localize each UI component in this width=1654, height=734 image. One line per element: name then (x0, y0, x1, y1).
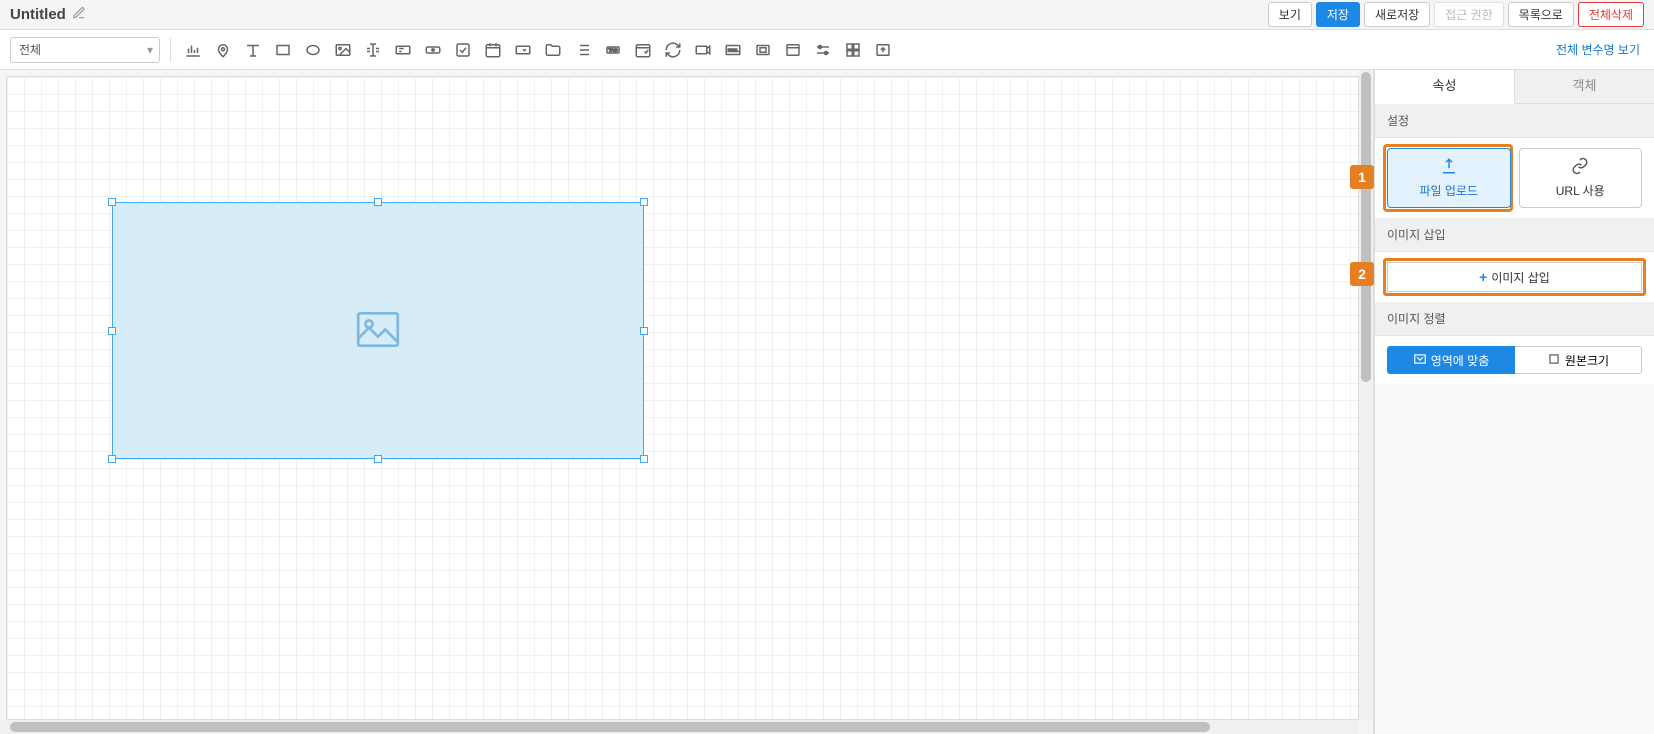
image-placeholder-icon (355, 311, 401, 350)
align-fit-button[interactable]: 영역에 맞춤 (1387, 346, 1515, 374)
folder-icon[interactable] (541, 38, 565, 62)
chart-bar-icon[interactable] (181, 38, 205, 62)
tab-properties[interactable]: 속성 (1375, 70, 1515, 104)
insert-wrap: 2 + 이미지 삽입 (1387, 262, 1642, 292)
plus-icon: + (1479, 269, 1487, 285)
callout-2: 2 (1350, 262, 1374, 286)
resize-handle-mr[interactable] (640, 327, 648, 335)
pencil-icon[interactable] (72, 6, 86, 23)
window-icon[interactable] (781, 38, 805, 62)
checkbox-icon[interactable] (451, 38, 475, 62)
tab-object[interactable]: 객체 (1515, 70, 1654, 103)
align-row: 영역에 맞춤 원본크기 (1387, 346, 1642, 374)
category-select-value: 전체 (19, 41, 41, 58)
text-icon[interactable] (241, 38, 265, 62)
save-button[interactable]: 저장 (1316, 2, 1360, 27)
to-list-button[interactable]: 목록으로 (1508, 2, 1574, 27)
category-select[interactable]: 전체 ▾ (10, 37, 160, 63)
svg-text:TAG: TAG (609, 47, 618, 52)
panel-tabs: 속성 객체 (1375, 70, 1654, 104)
access-button: 접근 권한 (1434, 2, 1504, 27)
insert-image-label: 이미지 삽입 (1491, 269, 1550, 286)
section-insert-body: 2 + 이미지 삽입 (1375, 252, 1654, 302)
align-original-button[interactable]: 원본크기 (1515, 346, 1642, 374)
list-icon[interactable] (571, 38, 595, 62)
section-align-header: 이미지 정렬 (1375, 302, 1654, 336)
header: Untitled 보기 저장 새로저장 접근 권한 목록으로 전체삭제 (0, 0, 1654, 30)
header-buttons: 보기 저장 새로저장 접근 권한 목록으로 전체삭제 (1268, 2, 1644, 27)
view-button[interactable]: 보기 (1268, 2, 1312, 27)
map-pin-icon[interactable] (211, 38, 235, 62)
resize-handle-tm[interactable] (374, 198, 382, 206)
date-picker-icon[interactable] (631, 38, 655, 62)
option-url-label: URL 사용 (1556, 182, 1605, 199)
refresh-icon[interactable] (661, 38, 685, 62)
delete-all-button[interactable]: 전체삭제 (1578, 2, 1644, 27)
section-settings-header: 설정 (1375, 104, 1654, 138)
resize-handle-br[interactable] (640, 455, 648, 463)
tag-icon[interactable]: TAG (601, 38, 625, 62)
main-area: 속성 객체 설정 1 파일 업로드 URL 사용 (0, 70, 1654, 734)
resize-handle-ml[interactable] (108, 327, 116, 335)
section-insert-header: 이미지 삽입 (1375, 218, 1654, 252)
resize-handle-tl[interactable] (108, 198, 116, 206)
link-icon (1570, 157, 1590, 178)
show-variables-link[interactable]: 전체 변수명 보기 (1556, 41, 1640, 58)
title-area: Untitled (10, 6, 86, 23)
side-panel: 속성 객체 설정 1 파일 업로드 URL 사용 (1374, 70, 1654, 734)
button-icon[interactable] (421, 38, 445, 62)
chevron-down-icon: ▾ (147, 43, 153, 57)
horizontal-scrollbar[interactable] (0, 720, 1359, 734)
resize-handle-bm[interactable] (374, 455, 382, 463)
option-file-upload[interactable]: 파일 업로드 (1387, 148, 1511, 208)
upload-icon[interactable] (871, 38, 895, 62)
resize-handle-tr[interactable] (640, 198, 648, 206)
option-url[interactable]: URL 사용 (1519, 148, 1643, 208)
html-icon[interactable]: HTML (721, 38, 745, 62)
frame-icon[interactable] (751, 38, 775, 62)
section-align-body: 영역에 맞춤 원본크기 (1375, 336, 1654, 384)
textbox-icon[interactable] (391, 38, 415, 62)
ellipse-icon[interactable] (301, 38, 325, 62)
horizontal-scroll-thumb[interactable] (10, 722, 1210, 732)
toolbar: 전체 ▾ TAG HTML 전체 변수명 보기 (0, 30, 1654, 70)
selected-image-component[interactable] (112, 202, 644, 459)
align-fit-label: 영역에 맞춤 (1431, 352, 1490, 369)
save-as-button[interactable]: 새로저장 (1364, 2, 1430, 27)
share-icon[interactable] (691, 38, 715, 62)
image-icon[interactable] (331, 38, 355, 62)
insert-image-button[interactable]: + 이미지 삽입 (1387, 262, 1642, 292)
dropdown-icon[interactable] (511, 38, 535, 62)
calendar-icon[interactable] (481, 38, 505, 62)
upload-arrow-icon (1439, 157, 1459, 178)
fit-icon (1413, 352, 1427, 369)
input-cursor-icon[interactable] (361, 38, 385, 62)
grid-icon[interactable] (841, 38, 865, 62)
section-settings-body: 1 파일 업로드 URL 사용 (1375, 138, 1654, 218)
canvas-area (0, 70, 1374, 734)
page-title: Untitled (10, 6, 66, 23)
source-option-row: 1 파일 업로드 URL 사용 (1387, 148, 1642, 208)
resize-handle-bl[interactable] (108, 455, 116, 463)
callout-1: 1 (1350, 165, 1374, 189)
slider-icon[interactable] (811, 38, 835, 62)
canvas[interactable] (6, 76, 1359, 720)
svg-text:HTML: HTML (728, 48, 738, 52)
rectangle-icon[interactable] (271, 38, 295, 62)
vertical-scroll-thumb[interactable] (1361, 72, 1371, 382)
original-icon (1547, 352, 1561, 369)
option-file-upload-label: 파일 업로드 (1419, 182, 1478, 199)
align-original-label: 원본크기 (1565, 352, 1609, 369)
